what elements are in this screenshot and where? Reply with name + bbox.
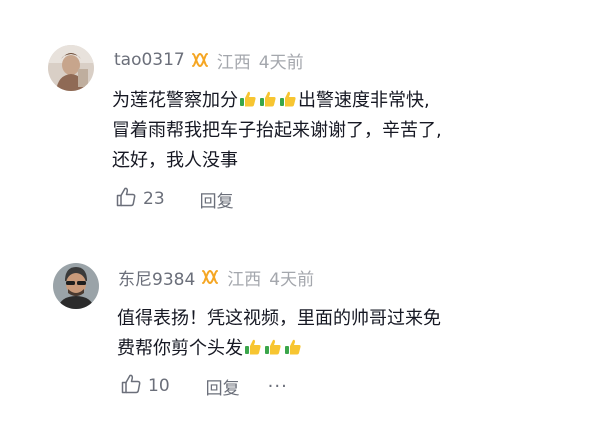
timestamp: 4天前 xyxy=(269,269,315,290)
thumbs-up-emoji-icon xyxy=(264,336,282,355)
comment-item: 东尼9384 江西 4天前 值得表扬！凭这视频，里面的帅哥过来免 费帮你剪个头发… xyxy=(0,230,598,428)
thumbs-up-icon xyxy=(120,373,142,400)
thumbs-up-emoji-icon xyxy=(244,336,262,355)
double-helix-badge-icon xyxy=(191,52,209,68)
comment-meta: tao0317 江西 4天前 xyxy=(114,48,304,73)
thumbs-up-emoji-icon xyxy=(279,88,297,107)
username[interactable]: tao0317 xyxy=(114,50,185,70)
thumbs-up-emoji-icon xyxy=(259,88,277,107)
avatar[interactable] xyxy=(53,263,99,309)
thumbs-up-icon xyxy=(115,186,137,213)
comment-text: 为莲花警察加分 出警速度非常快, 冒着雨帮我把车子抬起来谢谢了，辛苦了, 还好，我… xyxy=(112,86,442,176)
comment-line: 值得表扬！凭这视频，里面的帅哥过来免 xyxy=(117,308,441,329)
reply-button[interactable]: 回复 xyxy=(200,187,234,212)
more-options-icon[interactable]: ··· xyxy=(268,376,288,397)
comment-line: 还好，我人没事 xyxy=(112,150,238,171)
location: 江西 xyxy=(227,269,262,290)
timestamp: 4天前 xyxy=(258,52,304,73)
double-helix-badge-icon xyxy=(201,269,219,285)
like-button[interactable]: 23 xyxy=(115,186,165,213)
comment-text-segment: 为莲花警察加分 xyxy=(112,90,238,111)
comment-line: 冒着雨帮我把车子抬起来谢谢了，辛苦了, xyxy=(112,120,442,141)
like-button[interactable]: 10 xyxy=(120,373,170,400)
comment-actions: 10 回复 ··· xyxy=(120,373,288,399)
comment-text: 值得表扬！凭这视频，里面的帅哥过来免 费帮你剪个头发 xyxy=(117,304,441,364)
location: 江西 xyxy=(216,52,251,73)
reply-button[interactable]: 回复 xyxy=(206,374,240,399)
comment-line: 为莲花警察加分 出警速度非常快, xyxy=(112,86,442,116)
username[interactable]: 东尼9384 xyxy=(118,265,195,290)
comment-actions: 23 回复 xyxy=(115,186,234,212)
comment-meta: 东尼9384 江西 4天前 xyxy=(118,265,315,290)
like-count: 10 xyxy=(148,376,170,396)
comment-text-segment: 出警速度非常快, xyxy=(298,90,430,111)
thumbs-up-emoji-icon xyxy=(239,88,257,107)
comment-line: 费帮你剪个头发 xyxy=(117,334,441,364)
comment-text-segment: 费帮你剪个头发 xyxy=(117,338,243,359)
avatar[interactable] xyxy=(48,45,94,91)
like-count: 23 xyxy=(143,189,165,209)
comment-item: tao0317 江西 4天前 为莲花警察加分 出警速度非常快, 冒着雨帮我把车子抬… xyxy=(0,0,598,230)
thumbs-up-emoji-icon xyxy=(284,336,302,355)
